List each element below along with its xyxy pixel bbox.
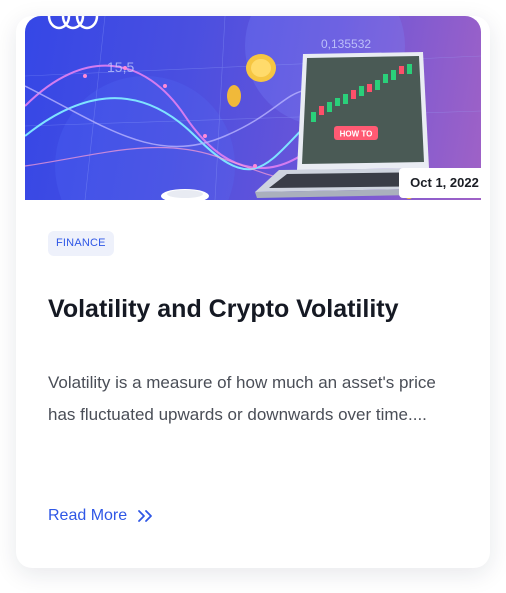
read-more-label: Read More — [48, 507, 128, 524]
read-more-link[interactable]: Read More — [48, 503, 155, 529]
hero-number-b: 15,5 — [107, 59, 134, 75]
post-hero-image[interactable]: 0,135532 15,5 HOW TO Oct 1, 2022 — [25, 16, 481, 200]
post-excerpt: Volatility is a measure of how much an a… — [48, 373, 436, 424]
coin-icon — [246, 54, 276, 82]
coin-icon — [227, 85, 241, 107]
logo-rings — [47, 16, 99, 30]
category-tag[interactable]: FINANCE — [48, 231, 114, 256]
post-date-badge: Oct 1, 2022 — [399, 168, 481, 198]
laptop-badge: HOW TO — [340, 130, 373, 139]
hero-number-a: 0,135532 — [321, 37, 371, 51]
double-chevron-right-icon — [138, 510, 153, 522]
post-title[interactable]: Volatility and Crypto Volatility — [48, 293, 448, 326]
